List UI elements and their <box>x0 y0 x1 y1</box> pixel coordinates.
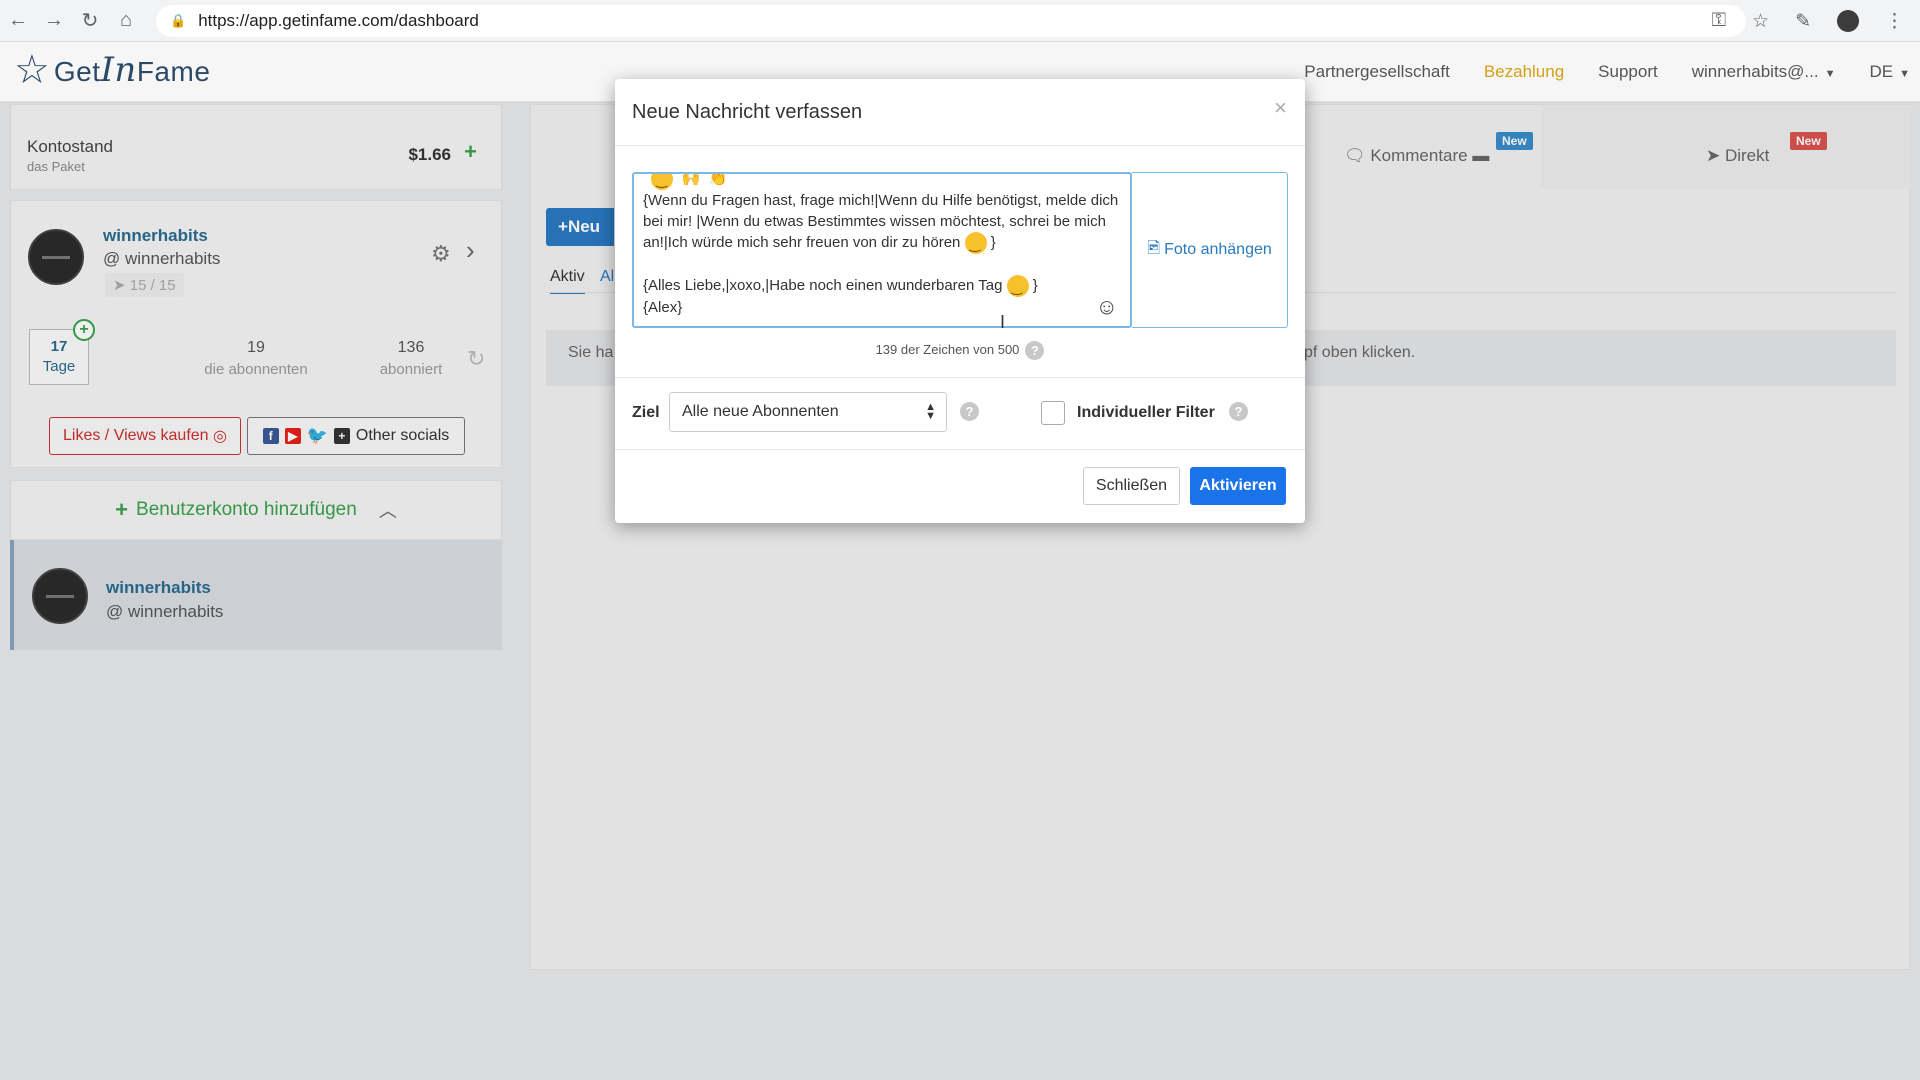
smile-emoji-icon <box>1006 275 1029 298</box>
logo-text: GetInFame <box>53 50 211 90</box>
divider <box>615 145 1305 146</box>
close-button[interactable]: Schließen <box>1083 467 1180 505</box>
activate-button[interactable]: Aktivieren <box>1190 467 1286 505</box>
emoji-picker-icon[interactable]: ☺ <box>1096 294 1118 320</box>
nav-partner[interactable]: Partnergesellschaft <box>1304 62 1450 82</box>
language-menu[interactable]: DE ▼ <box>1869 62 1910 82</box>
divider <box>615 377 1305 378</box>
message-text: 🙌 👏 {Wenn du Fragen hast, frage mich!|We… <box>643 174 1123 318</box>
attach-photo-button[interactable]: 🖻 Foto anhängen <box>1132 172 1288 328</box>
browser-toolbar: ← → ↻ ⌂ 🔒 https://app.getinfame.com/dash… <box>0 0 1920 42</box>
user-menu[interactable]: winnerhabits@... ▼ <box>1692 62 1836 82</box>
home-icon[interactable]: ⌂ <box>108 0 144 42</box>
help-icon[interactable]: ? <box>1229 402 1248 421</box>
key-icon[interactable]: ⚿ <box>1712 10 1726 32</box>
image-icon: 🖻 <box>1147 239 1161 257</box>
browser-actions: ⚿ ☆ ✎ ⋮ <box>1712 0 1904 42</box>
target-label: Ziel <box>632 404 660 421</box>
smile-emoji-icon <box>964 232 987 255</box>
header-nav: Partnergesellschaft Bezahlung Support wi… <box>1304 42 1910 102</box>
menu-icon[interactable]: ⋮ <box>1885 10 1904 33</box>
logo[interactable]: ☆ GetInFame <box>14 50 210 90</box>
message-textarea[interactable]: 🙌 👏 {Wenn du Fragen hast, frage mich!|We… <box>632 172 1132 328</box>
custom-filter-label: Individueller Filter <box>1077 404 1215 421</box>
select-arrows-icon: ▲ ▼ <box>925 401 936 422</box>
address-bar[interactable]: 🔒 https://app.getinfame.com/dashboard <box>156 5 1746 37</box>
lock-icon: 🔒 <box>170 13 187 28</box>
modal-title: Neue Nachricht verfassen <box>632 101 863 123</box>
star-icon[interactable]: ☆ <box>1752 10 1769 33</box>
help-icon[interactable]: ? <box>1025 341 1045 360</box>
compose-message-modal: Neue Nachricht verfassen × 🙌 👏 {Wenn du … <box>615 79 1305 523</box>
extension-icon[interactable]: ✎ <box>1795 10 1811 33</box>
nav-payment[interactable]: Bezahlung <box>1484 62 1564 82</box>
target-select[interactable]: Alle neue Abonnenten ▲ ▼ <box>669 392 947 432</box>
custom-filter-checkbox[interactable] <box>1041 401 1065 425</box>
back-icon[interactable]: ← <box>0 0 36 42</box>
url-text: https://app.getinfame.com/dashboard <box>198 11 479 30</box>
divider <box>615 449 1305 450</box>
profile-icon[interactable] <box>1837 10 1859 32</box>
forward-icon[interactable]: → <box>36 0 72 42</box>
smile-emoji-icon <box>651 174 674 191</box>
nav-support[interactable]: Support <box>1598 62 1658 82</box>
caret-down-icon: ▼ <box>1824 68 1836 80</box>
help-icon[interactable]: ? <box>960 402 979 421</box>
caret-down-icon: ▼ <box>1899 68 1910 80</box>
reload-icon[interactable]: ↻ <box>72 0 108 42</box>
close-icon[interactable]: × <box>1274 95 1287 121</box>
char-counter: 139 der Zeichen von 500? <box>615 341 1305 360</box>
star-logo-icon: ☆ <box>14 48 50 92</box>
emoji-row-icon: 🙌 👏 <box>643 174 727 191</box>
text-cursor-icon: I <box>1000 312 1006 332</box>
